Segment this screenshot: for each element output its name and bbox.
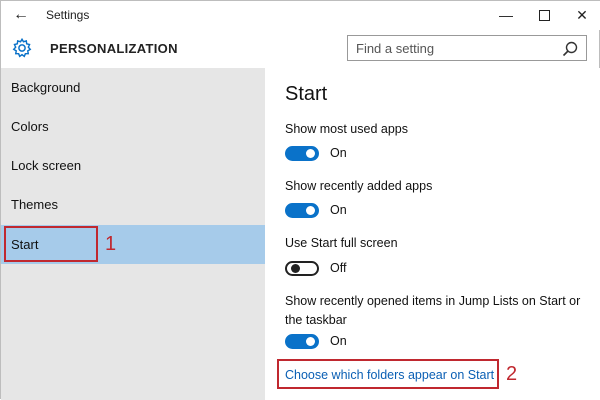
toggle-knob	[306, 206, 315, 215]
gear-icon	[12, 37, 32, 58]
toggle-knob	[306, 337, 315, 346]
sidebar-item-label: Background	[11, 80, 81, 95]
toggle-switch[interactable]	[285, 334, 319, 349]
annotation-number-2: 2	[506, 363, 518, 385]
toggle-state-label: On	[330, 146, 347, 160]
maximize-button[interactable]	[526, 1, 562, 30]
sidebar-item-themes[interactable]: Themes	[1, 185, 265, 224]
search-icon[interactable]	[561, 40, 579, 58]
toggle-recently-added-apps[interactable]: On	[285, 201, 485, 223]
sidebar-item-lock-screen[interactable]: Lock screen	[1, 146, 265, 185]
sidebar-item-label: Lock screen	[11, 158, 82, 173]
search-box[interactable]	[347, 35, 587, 61]
back-arrow-icon[interactable]: ←	[9, 5, 33, 25]
annotation-number-1: 1	[105, 233, 117, 255]
section-title: PERSONALIZATION	[50, 41, 178, 56]
toggle-switch[interactable]	[285, 203, 319, 218]
setting-label-full-screen: Use Start full screen	[285, 236, 398, 250]
toggle-most-used-apps[interactable]: On	[285, 144, 485, 166]
setting-label-most-used: Show most used apps	[285, 122, 408, 136]
toggle-state-label: On	[330, 334, 347, 348]
page-title: Start	[285, 83, 328, 105]
close-button[interactable]: ✕	[564, 1, 600, 30]
sidebar-item-label: Themes	[11, 197, 58, 212]
toggle-switch[interactable]	[285, 261, 319, 276]
app-title: Settings	[46, 8, 90, 22]
toggle-jump-lists[interactable]: On	[285, 332, 485, 354]
annotation-box-2	[277, 359, 499, 389]
toggle-knob	[291, 264, 300, 273]
setting-label-jump-lists: Show recently opened items in Jump Lists…	[285, 294, 581, 327]
setting-label-recently-added: Show recently added apps	[285, 179, 433, 193]
toggle-state-label: On	[330, 203, 347, 217]
sidebar-item-label: Colors	[11, 119, 49, 134]
settings-header: PERSONALIZATION	[1, 30, 600, 68]
title-bar: ← Settings — ✕	[1, 1, 600, 30]
toggle-knob	[306, 149, 315, 158]
sidebar-item-background[interactable]: Background	[1, 68, 265, 107]
settings-window: ← Settings — ✕ PERSONALIZATION Backgroun…	[0, 0, 600, 400]
maximize-icon	[538, 9, 550, 21]
sidebar-item-colors[interactable]: Colors	[1, 107, 265, 146]
annotation-box-1	[4, 226, 98, 262]
search-input[interactable]	[356, 39, 546, 57]
main-panel: Start Show most used apps On Show recent…	[265, 68, 600, 400]
toggle-switch[interactable]	[285, 146, 319, 161]
minimize-button[interactable]: —	[488, 1, 524, 30]
toggle-state-label: Off	[330, 261, 347, 275]
toggle-full-screen[interactable]: Off	[285, 259, 485, 281]
